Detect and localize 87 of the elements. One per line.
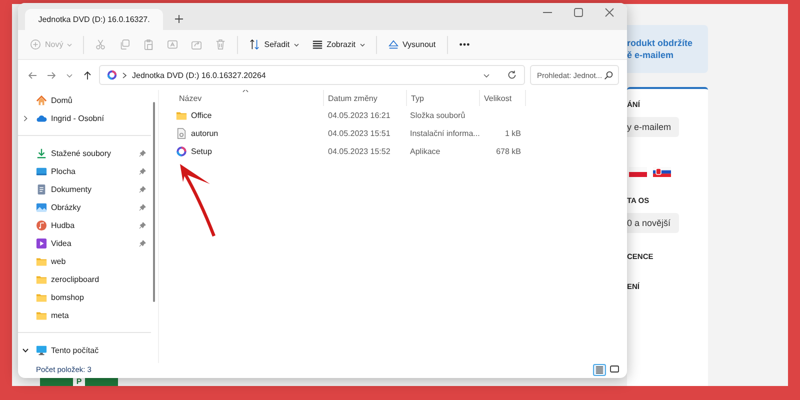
notice-text: rodukt obdržíte (627, 37, 694, 49)
monitor-icon (36, 344, 47, 356)
folder-icon (36, 310, 47, 320)
folder-icon (36, 292, 47, 302)
sidebar-item[interactable]: meta (18, 306, 151, 324)
folder-icon (36, 274, 47, 284)
column-header[interactable]: Velikost (479, 90, 526, 106)
file-name: Setup (191, 146, 212, 156)
info-chip: y e-mailem (627, 117, 679, 137)
sidebar-item[interactable]: Ingrid - Osobní (18, 109, 151, 127)
size-cell: 678 kB (496, 146, 521, 156)
type-cell-text: Aplikace (409, 146, 442, 158)
maximize-icon[interactable] (574, 8, 583, 17)
address-bar[interactable]: Jednotka DVD (D:) 16.0.16327.20264 (99, 65, 525, 85)
file-name: autorun (191, 128, 218, 138)
type-cell-text: Složka souborů (409, 110, 466, 122)
size-cell: 1 kB (504, 128, 521, 138)
download-icon (36, 148, 47, 158)
pin-icon[interactable] (139, 150, 146, 156)
date-cell-text: 04.05.2023 15:51 (327, 128, 392, 140)
file-row[interactable]: autorun 04.05.2023 15:51 Instalační informa... 1 kB (161, 124, 627, 142)
chevron-right-icon[interactable] (22, 114, 29, 122)
sort-button[interactable]: Seřadit (243, 36, 305, 53)
info-chip: 0 a novější (627, 213, 679, 233)
new-tab-icon[interactable] (175, 15, 183, 23)
scissors-icon (95, 39, 106, 50)
sidebar-item[interactable]: Obrázky (18, 198, 151, 216)
search-icon (604, 70, 613, 80)
notice-text: ě e-mailem (627, 49, 675, 61)
forward-icon[interactable] (47, 70, 56, 80)
sidebar-item[interactable]: bomshop (18, 288, 151, 306)
column-header[interactable]: Datum změny (323, 90, 406, 106)
logo-letter: P (73, 378, 85, 386)
sort-arrows-icon (249, 39, 260, 50)
window-tab[interactable]: Jednotka DVD (D:) 16.0.16327. (25, 9, 163, 30)
column-header[interactable]: Název (161, 90, 323, 106)
sidebar-item[interactable]: Plocha (18, 162, 151, 180)
date-cell-text: 04.05.2023 16:21 (327, 110, 392, 122)
scrollbar[interactable] (153, 102, 155, 302)
rename-icon (167, 39, 178, 50)
share-icon (191, 39, 202, 50)
back-icon[interactable] (28, 70, 37, 80)
column-header[interactable]: Typ (406, 90, 479, 106)
pin-icon[interactable] (139, 240, 146, 246)
tiles-view-button[interactable] (608, 364, 621, 376)
folder-icon (176, 110, 187, 120)
eject-button[interactable]: Vysunout (382, 36, 442, 53)
cloud-icon (36, 112, 47, 124)
clipboard-icon (143, 39, 154, 50)
copy-icon (119, 39, 130, 50)
folder-icon (36, 256, 47, 266)
document-icon (36, 184, 47, 194)
file-name: Office (191, 110, 212, 120)
chevron-down-icon[interactable] (22, 346, 29, 354)
close-icon[interactable] (605, 8, 614, 17)
sidebar-item[interactable]: Hudba (18, 216, 151, 234)
sidebar-item[interactable]: zeroclipboard (18, 270, 151, 288)
sidebar-item[interactable]: web (18, 252, 151, 270)
flag-icon[interactable] (653, 167, 671, 177)
sidebar-item[interactable]: Videa (18, 234, 151, 252)
sidebar-item[interactable]: Stažené soubory (18, 144, 151, 162)
chevron-right-icon (122, 72, 127, 78)
file-icon (176, 128, 187, 138)
view-button[interactable]: Zobrazit (306, 36, 370, 53)
date-cell-text: 04.05.2023 15:52 (327, 146, 392, 158)
pin-icon[interactable] (139, 204, 146, 210)
eject-icon (388, 39, 398, 50)
plus-circle-icon (30, 39, 41, 50)
house-icon (36, 94, 47, 106)
file-row[interactable]: Office 04.05.2023 16:21 Složka souborů (161, 106, 627, 124)
refresh-icon[interactable] (507, 70, 517, 80)
file-row[interactable]: Setup 04.05.2023 15:52 Aplikace 678 kB (161, 142, 627, 160)
sidebar-item[interactable]: Tento počítač (18, 341, 151, 359)
details-view-button[interactable] (593, 364, 606, 376)
picture-icon (36, 202, 47, 212)
type-cell-text: Instalační informa... (409, 128, 479, 140)
pin-icon[interactable] (139, 168, 146, 174)
video-icon (36, 238, 47, 248)
trash-icon (215, 39, 226, 50)
pin-icon[interactable] (139, 222, 146, 228)
pin-icon[interactable] (139, 186, 146, 192)
lines-icon (312, 39, 323, 50)
up-icon[interactable] (83, 70, 92, 80)
desktop-icon (36, 166, 47, 176)
music-icon (36, 220, 47, 230)
sidebar-item[interactable]: Domů (18, 91, 151, 109)
sidebar-item[interactable]: Dokumenty (18, 180, 151, 198)
